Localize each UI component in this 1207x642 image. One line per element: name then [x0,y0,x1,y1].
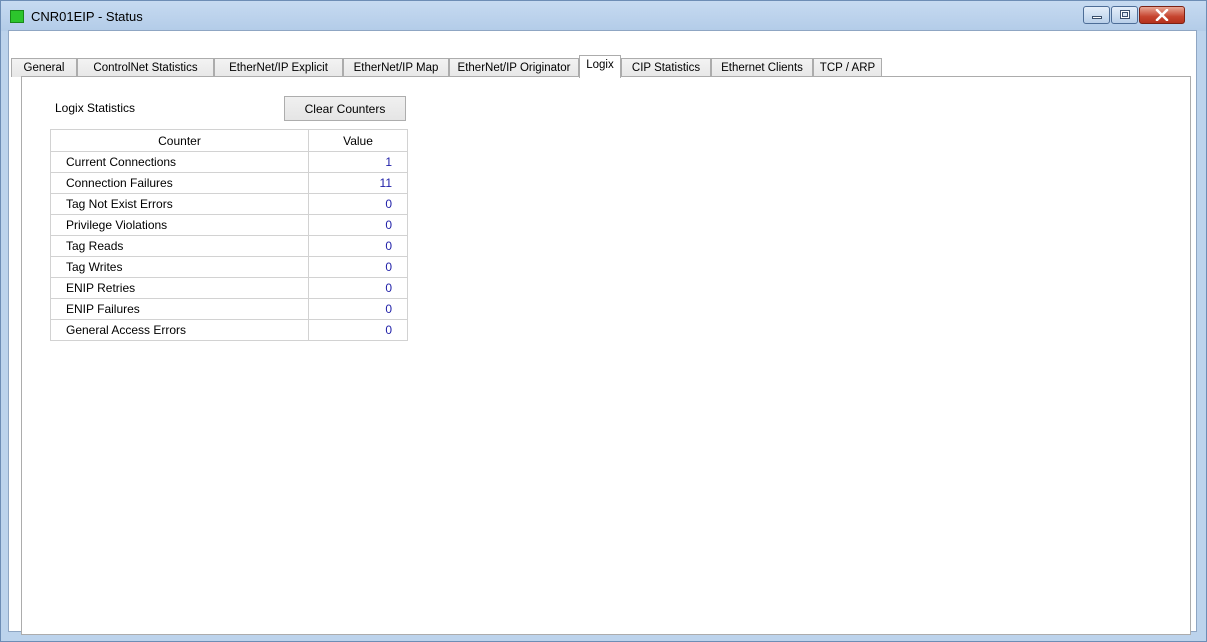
table-header-row: Counter Value [50,129,408,152]
counter-value: 0 [308,298,408,320]
table-row[interactable]: Privilege Violations 0 [50,214,408,236]
tab-general[interactable]: General [11,58,77,77]
close-button[interactable] [1139,6,1185,24]
counter-value: 0 [308,193,408,215]
table-row[interactable]: ENIP Failures 0 [50,298,408,320]
tab-ethernet-clients[interactable]: Ethernet Clients [711,58,813,77]
tab-logix[interactable]: Logix [579,55,621,78]
counter-name: Tag Not Exist Errors [50,193,309,215]
column-header-value[interactable]: Value [308,129,408,152]
counter-value: 0 [308,319,408,341]
counter-value: 0 [308,277,408,299]
counter-name: Tag Writes [50,256,309,278]
tab-controlnet-statistics[interactable]: ControlNet Statistics [77,58,214,77]
table-row[interactable]: General Access Errors 0 [50,319,408,341]
clear-counters-button[interactable]: Clear Counters [284,96,406,121]
table-row[interactable]: Tag Not Exist Errors 0 [50,193,408,215]
section-title: Logix Statistics [55,101,136,115]
maximize-icon [1120,10,1130,19]
tab-tcp-arp[interactable]: TCP / ARP [813,58,882,77]
counter-name: Tag Reads [50,235,309,257]
counter-name: General Access Errors [50,319,309,341]
counter-name: ENIP Retries [50,277,309,299]
counter-value: 11 [308,172,408,194]
counter-name: Current Connections [50,151,309,173]
table-row[interactable]: Tag Reads 0 [50,235,408,257]
title-bar[interactable]: CNR01EIP - Status [1,1,1206,31]
counter-value: 0 [308,235,408,257]
table-row[interactable]: Connection Failures 11 [50,172,408,194]
table-row[interactable]: Tag Writes 0 [50,256,408,278]
close-icon [1155,9,1169,21]
table-row[interactable]: ENIP Retries 0 [50,277,408,299]
counter-value: 0 [308,256,408,278]
tab-ethernetip-explicit[interactable]: EtherNet/IP Explicit [214,58,343,77]
minimize-icon [1092,16,1102,19]
tab-cip-statistics[interactable]: CIP Statistics [621,58,711,77]
tab-ethernetip-map[interactable]: EtherNet/IP Map [343,58,449,77]
counter-name: Connection Failures [50,172,309,194]
window-title: CNR01EIP - Status [31,9,143,24]
minimize-button[interactable] [1083,6,1110,24]
column-header-counter[interactable]: Counter [50,129,309,152]
status-indicator-icon [10,10,24,23]
counter-name: Privilege Violations [50,214,309,236]
counter-name: ENIP Failures [50,298,309,320]
logix-statistics-table: Counter Value Current Connections 1 Conn… [50,129,408,341]
tab-ethernetip-originator[interactable]: EtherNet/IP Originator [449,58,579,77]
counter-value: 1 [308,151,408,173]
table-row[interactable]: Current Connections 1 [50,151,408,173]
counter-value: 0 [308,214,408,236]
maximize-button[interactable] [1111,6,1138,24]
